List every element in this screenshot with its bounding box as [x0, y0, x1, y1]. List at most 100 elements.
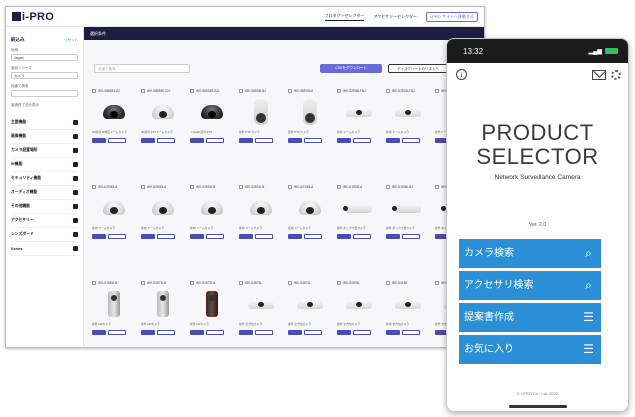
compare-checkbox[interactable] [141, 185, 145, 189]
product-image[interactable] [393, 289, 423, 319]
compare-checkbox[interactable] [386, 281, 390, 285]
detail-button[interactable] [92, 233, 106, 239]
add-list-button[interactable] [304, 137, 322, 143]
detail-button[interactable] [288, 233, 302, 239]
product-image[interactable] [148, 193, 178, 223]
detail-button[interactable] [337, 137, 351, 143]
brand-logo[interactable]: i-PRO [12, 11, 54, 23]
product-image[interactable] [392, 193, 423, 223]
add-list-button[interactable] [108, 329, 126, 335]
filter-category[interactable]: その他機能 [11, 200, 78, 214]
compare-checkbox[interactable] [288, 281, 292, 285]
product-card[interactable]: WV-U1532LA 屋外 ボックス型カメラ [337, 185, 381, 265]
detail-button[interactable] [386, 137, 400, 143]
product-card[interactable]: WV-X2531LN 屋内 ドームカメラ [190, 185, 234, 265]
product-image[interactable] [99, 289, 129, 319]
filter-category[interactable]: IR機能 [11, 158, 78, 172]
add-list-button[interactable] [157, 137, 175, 143]
download-button[interactable]: CSVをダウンロード [320, 64, 382, 73]
compare-checkbox[interactable] [92, 185, 96, 189]
menu-item[interactable]: カメラ検索 ⌕ [459, 239, 601, 268]
compare-checkbox[interactable] [239, 185, 243, 189]
detail-button[interactable] [141, 233, 155, 239]
product-image[interactable] [343, 193, 374, 223]
compare-checkbox[interactable] [288, 89, 292, 93]
product-image[interactable] [197, 193, 227, 223]
compare-checkbox[interactable] [337, 281, 341, 285]
gear-icon[interactable] [611, 70, 621, 80]
detail-button[interactable] [239, 137, 253, 143]
compare-checkbox[interactable] [386, 185, 390, 189]
product-card[interactable]: WV-S2531LN 屋内 ドームカメラ [239, 185, 283, 265]
detail-button[interactable] [190, 137, 204, 143]
product-card[interactable]: WV-S65340-Z2J フルHD 屋外 PTZ [190, 89, 234, 169]
add-list-button[interactable] [255, 137, 273, 143]
compare-checkbox[interactable] [435, 89, 439, 93]
product-card[interactable]: WV-S2531LTNJ 屋内 ドームカメラ [386, 89, 430, 169]
product-image[interactable] [246, 289, 276, 319]
compare-checkbox[interactable] [435, 185, 439, 189]
add-list-button[interactable] [108, 137, 126, 143]
product-card[interactable]: WV-S4576L 屋外 全方位カメラ [337, 281, 381, 347]
detail-button[interactable] [190, 233, 204, 239]
detail-button[interactable] [190, 329, 204, 335]
compare-checkbox[interactable] [92, 281, 96, 285]
product-image[interactable] [148, 97, 178, 127]
filter-category[interactable]: セキュリティ機能 [11, 172, 78, 186]
home-indicator[interactable] [509, 405, 567, 408]
product-card[interactable]: WV-X1551LN 屋外 HDカメラ [92, 281, 136, 347]
product-search-input[interactable]: 品番で検索 [94, 64, 190, 73]
detail-button[interactable] [239, 233, 253, 239]
filter-category[interactable]: カメラ設置場所 [11, 144, 78, 158]
product-card[interactable]: WV-X1571LN 屋外 HDカメラ [141, 281, 185, 347]
region-select[interactable]: Japan [11, 54, 78, 61]
nav-accessory-selector[interactable]: アクセサリーセレクター [373, 14, 417, 20]
add-list-button[interactable] [255, 329, 273, 335]
filter-category[interactable]: 画像機能 [11, 130, 78, 144]
product-card[interactable]: WV-X4571L 屋外 全方位カメラ [288, 281, 332, 347]
compare-checkbox[interactable] [92, 89, 96, 93]
compare-checkbox[interactable] [141, 281, 145, 285]
nav-site-link[interactable]: i-PRO サイトへ移動する [426, 12, 478, 22]
detail-button[interactable] [141, 137, 155, 143]
compare-checkbox[interactable] [190, 185, 194, 189]
product-card[interactable]: WV-X6533LNJ 屋外 PTZ カメラ [239, 89, 283, 169]
menu-item[interactable]: アクセサリ検索 ⌕ [459, 271, 601, 300]
discontinued-checkbox[interactable]: 製造終了品を表示 [11, 103, 78, 108]
filter-category[interactable]: アクセサリー [11, 214, 78, 228]
mail-icon[interactable] [592, 70, 606, 80]
compare-checkbox[interactable] [386, 89, 390, 93]
detail-button[interactable] [92, 329, 106, 335]
info-icon[interactable]: i [456, 69, 467, 80]
detail-button[interactable] [92, 137, 106, 143]
filter-category[interactable]: レンズボード [11, 228, 78, 242]
product-card[interactable]: WV-S1572LN 屋外 HDカメラ [190, 281, 234, 347]
product-card[interactable]: WV-X6531NJ 屋外 PTZ カメラ [288, 89, 332, 169]
model-search-input[interactable] [11, 90, 78, 97]
add-list-button[interactable] [402, 329, 420, 335]
compare-checkbox[interactable] [239, 281, 243, 285]
compare-checkbox[interactable] [190, 281, 194, 285]
product-image[interactable] [99, 97, 129, 127]
add-list-button[interactable] [304, 233, 322, 239]
compare-checkbox[interactable] [239, 89, 243, 93]
compare-checkbox[interactable] [435, 281, 439, 285]
detail-button[interactable] [386, 329, 400, 335]
product-image[interactable] [393, 97, 423, 127]
product-image[interactable] [344, 289, 374, 319]
detail-button[interactable] [239, 329, 253, 335]
compare-checkbox[interactable] [288, 185, 292, 189]
detail-button[interactable] [141, 329, 155, 335]
detail-button[interactable] [288, 137, 302, 143]
product-card[interactable]: WV-U2140LA 屋内 ドームカメラ [288, 185, 332, 265]
product-card[interactable]: WV-X86530-Z2J 4K屋外 PTZドームカメラ [141, 89, 185, 169]
add-list-button[interactable] [206, 329, 224, 335]
compare-checkbox[interactable] [141, 89, 145, 93]
product-card[interactable]: WV-U2540LA 屋内 ドームカメラ [141, 185, 185, 265]
add-list-button[interactable] [108, 233, 126, 239]
product-card[interactable]: WV-S2536LTNJ 屋内 ドームカメラ [337, 89, 381, 169]
filter-category[interactable]: 主要機能 [11, 116, 78, 130]
detail-button[interactable] [386, 233, 400, 239]
filter-category[interactable]: オーディオ機能 [11, 186, 78, 200]
menu-item[interactable]: 提案書作成 ☰ [459, 303, 601, 332]
